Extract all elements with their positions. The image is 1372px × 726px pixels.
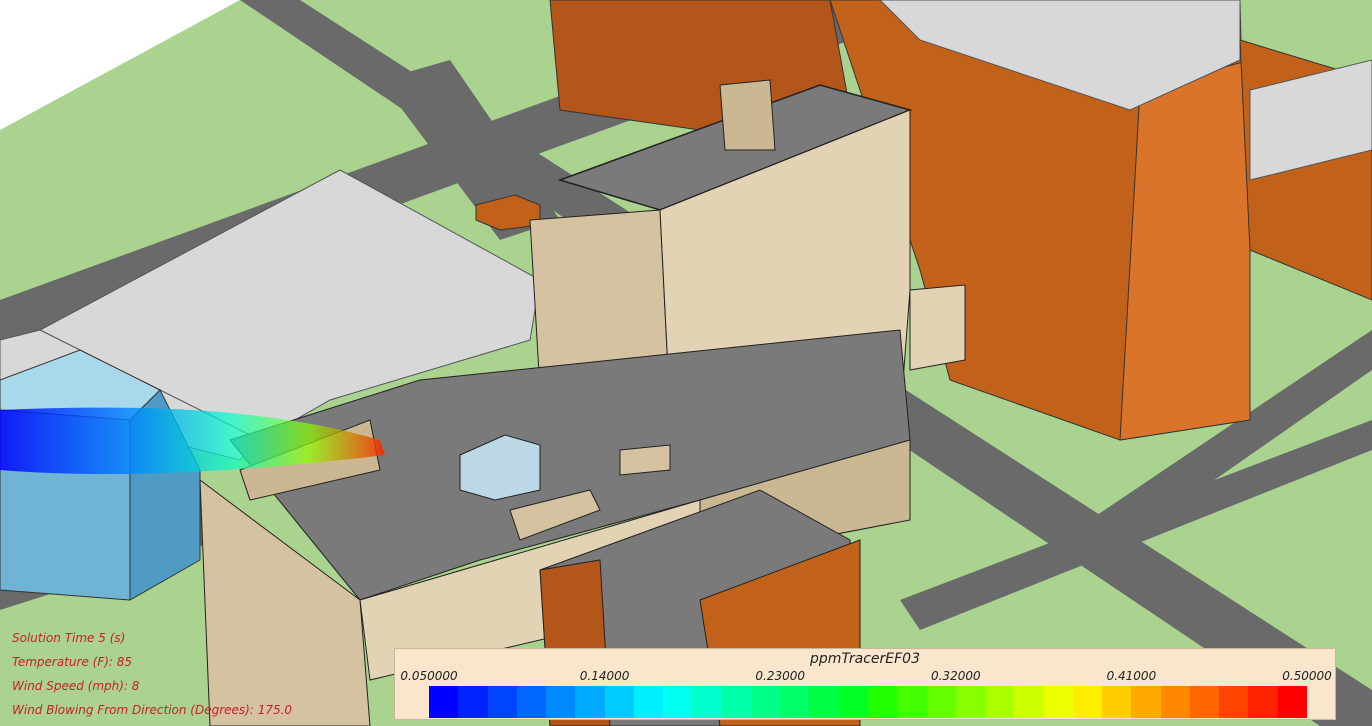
color-legend: ppmTracerEF03 0.050000 0.14000 0.23000 0… [394, 648, 1336, 720]
legend-title: ppmTracerEF03 [810, 651, 920, 667]
legend-color-cell [897, 686, 927, 718]
cfd-city-viewport[interactable] [0, 0, 1372, 726]
legend-tick-4: 0.41000 [1106, 669, 1157, 683]
legend-color-cell [867, 686, 898, 718]
legend-color-cell [838, 686, 868, 718]
legend-color-cell [633, 686, 664, 718]
temperature-label: Temperature (F): 85 [12, 655, 133, 669]
legend-color-cell [809, 686, 839, 718]
legend-color-cell [487, 686, 517, 718]
wind-direction-label: Wind Blowing From Direction (Degrees): 1… [12, 703, 293, 717]
legend-tick-5: 0.50000 [1282, 669, 1332, 683]
legend-color-cell [1189, 686, 1220, 718]
legend-colorbar [429, 686, 1307, 718]
legend-color-cell [985, 686, 1015, 718]
legend-color-cell [955, 686, 986, 718]
solution-time-label: Solution Time 5 (s) [12, 631, 126, 645]
legend-color-cell [429, 686, 459, 718]
legend-color-cell [604, 686, 634, 718]
legend-color-cell [1043, 686, 1073, 718]
legend-color-cell [1102, 686, 1132, 718]
legend-color-cell [1072, 686, 1103, 718]
legend-color-cell [458, 686, 488, 718]
legend-tick-3: 0.32000 [930, 669, 981, 683]
legend-color-cell [1219, 686, 1249, 718]
legend-color-cell [1277, 686, 1307, 718]
legend-tick-0: 0.050000 [400, 669, 458, 683]
legend-color-cell [926, 686, 956, 718]
legend-color-cell [780, 686, 810, 718]
legend-color-cell [1160, 686, 1190, 718]
legend-color-cell [692, 686, 722, 718]
legend-color-cell [546, 686, 576, 718]
legend-tick-1: 0.14000 [579, 669, 630, 683]
legend-color-cell [516, 686, 547, 718]
wind-speed-label: Wind Speed (mph): 8 [12, 679, 140, 693]
legend-color-cell [1014, 686, 1044, 718]
legend-tick-2: 0.23000 [755, 669, 805, 683]
legend-color-cell [663, 686, 693, 718]
legend-color-cell [575, 686, 605, 718]
legend-color-cell [1131, 686, 1161, 718]
legend-color-cell [1248, 686, 1278, 718]
legend-color-cell [750, 686, 781, 718]
legend-color-cell [721, 686, 751, 718]
